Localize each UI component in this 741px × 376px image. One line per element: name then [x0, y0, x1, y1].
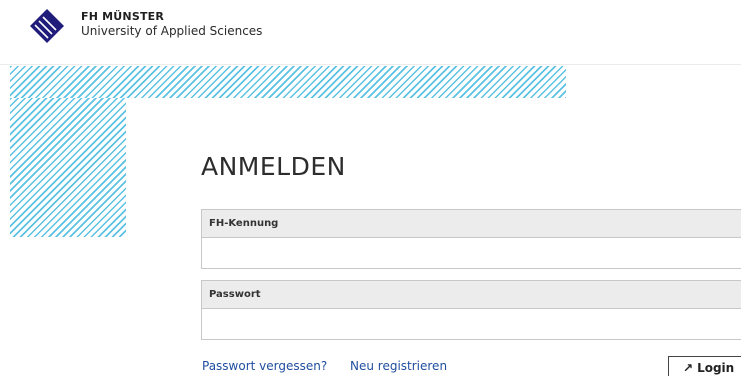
register-link[interactable]: Neu registrieren: [350, 359, 447, 373]
decorative-hatch-left: [10, 98, 126, 237]
forgot-password-link[interactable]: Passwort vergessen?: [202, 359, 327, 373]
password-input[interactable]: [201, 308, 741, 340]
login-button[interactable]: ↗ Login: [668, 356, 741, 376]
org-name: FH MÜNSTER: [81, 10, 165, 23]
login-button-label: Login: [697, 361, 735, 375]
decorative-hatch-top: [10, 66, 566, 98]
password-label: Passwort: [201, 280, 741, 308]
page-title: ANMELDEN: [201, 152, 346, 181]
header-divider: [0, 64, 741, 65]
username-field: FH-Kennung: [201, 209, 741, 269]
login-page: FH MÜNSTER University of Applied Science…: [0, 0, 741, 376]
site-header: FH MÜNSTER University of Applied Science…: [0, 0, 741, 60]
org-subtitle: University of Applied Sciences: [81, 24, 263, 38]
username-label: FH-Kennung: [201, 209, 741, 237]
fh-muenster-logo-icon[interactable]: [30, 9, 64, 43]
password-field: Passwort: [201, 280, 741, 340]
username-input[interactable]: [201, 237, 741, 269]
arrow-up-right-icon: ↗: [683, 361, 694, 375]
